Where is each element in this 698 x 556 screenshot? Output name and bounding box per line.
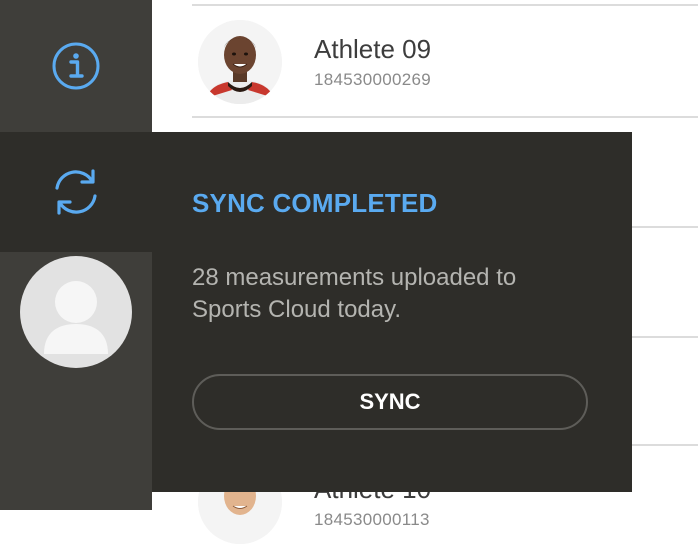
popup-title: SYNC COMPLETED	[192, 188, 438, 218]
info-icon	[52, 42, 100, 90]
athlete-id: 184530000113	[314, 510, 430, 529]
sync-popup: SYNC COMPLETED 28 measurements uploaded …	[152, 132, 632, 492]
athlete-row[interactable]: Athlete 09 184530000269	[152, 6, 698, 116]
athlete-id: 184530000269	[314, 70, 432, 89]
popup-message: 28 measurements uploaded to Sports Cloud…	[192, 264, 517, 323]
sidebar	[0, 0, 152, 510]
sync-nav-button[interactable]	[0, 132, 152, 252]
row-divider	[192, 116, 698, 118]
user-avatar-icon	[44, 281, 108, 354]
sync-icon	[55, 169, 97, 215]
user-avatar[interactable]	[20, 256, 132, 368]
sync-button[interactable]: SYNC	[192, 374, 588, 430]
athlete-photo	[198, 20, 282, 104]
info-button[interactable]	[0, 0, 152, 132]
athlete-name: Athlete 09	[314, 34, 432, 64]
